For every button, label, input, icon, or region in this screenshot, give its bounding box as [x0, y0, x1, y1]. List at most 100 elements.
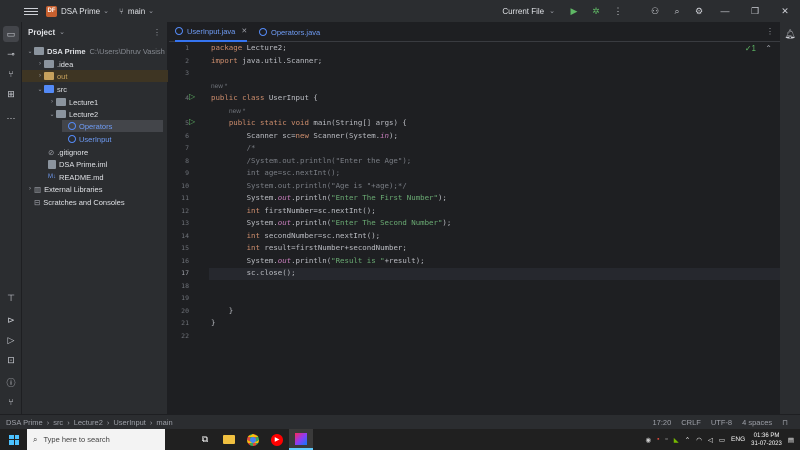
code-line[interactable]: import java.util.Scanner;: [211, 56, 322, 65]
chevron-down-icon[interactable]: ⌄: [48, 111, 56, 118]
battery-icon[interactable]: ▭: [719, 436, 725, 444]
services-icon[interactable]: ⊳: [3, 312, 19, 328]
commit-icon[interactable]: ⊸: [3, 46, 19, 62]
code-line[interactable]: /System.out.println("Enter the Age");: [211, 156, 412, 165]
tree-item-external-libraries[interactable]: › ▥ External Libraries: [22, 183, 168, 195]
breadcrumb-item[interactable]: src: [53, 418, 63, 427]
main-menu-icon[interactable]: [24, 7, 38, 15]
code-line[interactable]: package Lecture2;: [211, 43, 287, 52]
language-indicator[interactable]: ENG: [731, 436, 745, 443]
tree-item-src[interactable]: ⌄ src: [22, 83, 168, 95]
close-icon[interactable]: ✕: [770, 6, 800, 17]
volume-icon[interactable]: ◁: [708, 436, 713, 444]
run-gutter-icon[interactable]: ▷: [189, 117, 195, 126]
inspection-ok-icon[interactable]: ✓1: [745, 44, 756, 53]
run-tool-icon[interactable]: ▷: [3, 332, 19, 348]
chevron-right-icon[interactable]: ›: [26, 186, 34, 192]
chevron-right-icon[interactable]: ›: [48, 99, 56, 105]
tree-item-gitignore[interactable]: ⊘ .gitignore: [22, 146, 168, 158]
chevron-down-icon[interactable]: ⌄: [148, 7, 154, 15]
more-icon[interactable]: ⋮: [766, 27, 774, 36]
branch-name[interactable]: main: [128, 7, 145, 16]
tree-item-readme[interactable]: M↓ README.md: [22, 171, 168, 183]
tree-item-root[interactable]: ⌄ DSA Prime C:\Users\Dhruv Vasish: [22, 45, 168, 57]
file-encoding[interactable]: UTF-8: [711, 418, 732, 427]
problems-icon[interactable]: ⓘ: [3, 374, 19, 390]
tree-item-idea[interactable]: › .idea: [22, 58, 168, 70]
breadcrumb-item[interactable]: UserInput: [113, 418, 146, 427]
notification-center-icon[interactable]: ▤: [788, 436, 794, 444]
tree-item-lecture2[interactable]: ⌄ Lecture2: [22, 108, 168, 120]
structure-icon[interactable]: ⊞: [3, 86, 19, 102]
wifi-icon[interactable]: ◠: [696, 436, 702, 444]
run-config-selector[interactable]: Current File: [502, 7, 544, 16]
chevron-right-icon[interactable]: ›: [36, 61, 44, 67]
youtube-music-icon[interactable]: ▶: [265, 429, 289, 450]
file-explorer-icon[interactable]: [217, 429, 241, 450]
more-icon[interactable]: ⋮: [610, 3, 626, 19]
tray-app-icon[interactable]: ▫: [665, 436, 667, 443]
breadcrumb-item[interactable]: DSA Prime: [6, 418, 43, 427]
code-line[interactable]: int result=firstNumber+secondNumber;: [211, 243, 407, 252]
chevron-right-icon[interactable]: ›: [36, 73, 44, 79]
breadcrumb-item[interactable]: main: [156, 418, 172, 427]
discord-icon[interactable]: ◉: [645, 436, 651, 444]
close-icon[interactable]: ✕: [241, 27, 247, 35]
chevron-down-icon[interactable]: ⌄: [59, 28, 65, 36]
code-line[interactable]: Scanner sc=new Scanner(System.in);: [211, 131, 398, 140]
code-line[interactable]: System.out.println("Enter The Second Num…: [211, 218, 452, 227]
code-line[interactable]: public static void main(String[] args) {: [211, 118, 407, 127]
tree-item-operators[interactable]: Operators: [62, 120, 163, 132]
run-gutter-icon[interactable]: ▷: [189, 92, 195, 101]
code-line[interactable]: public class UserInput {: [211, 93, 318, 102]
debug-icon[interactable]: ✲: [588, 3, 604, 19]
code-line[interactable]: System.out.println("Age is "+age);*/: [211, 181, 407, 190]
git-icon[interactable]: ⑂: [3, 394, 19, 410]
indent-setting[interactable]: 4 spaces: [742, 418, 772, 427]
windows-start-icon[interactable]: [9, 434, 19, 445]
intellij-icon[interactable]: [289, 429, 313, 450]
run-icon[interactable]: ▶: [566, 3, 582, 19]
chrome-icon[interactable]: [241, 429, 265, 450]
tray-app-icon[interactable]: ▪: [657, 436, 659, 443]
code-line[interactable]: System.out.println("Result is "+result);: [211, 256, 425, 265]
code-line[interactable]: }: [211, 318, 215, 327]
folder-icon[interactable]: ▭: [3, 26, 19, 42]
project-name[interactable]: DSA Prime: [61, 7, 100, 16]
code-line[interactable]: int age=sc.nextInt();: [211, 168, 340, 177]
code-line[interactable]: sc.close();: [211, 268, 296, 277]
tree-item-scratches[interactable]: ⊟ Scratches and Consoles: [22, 196, 168, 208]
tree-item-iml[interactable]: DSA Prime.iml: [22, 158, 168, 170]
code-line[interactable]: System.out.println("Enter The First Numb…: [211, 193, 447, 202]
gear-icon[interactable]: ⚙: [691, 3, 707, 19]
more-icon[interactable]: ⋮: [153, 28, 161, 37]
chevron-down-icon[interactable]: ⌄: [549, 7, 555, 15]
chevron-up-icon[interactable]: ⌃: [685, 436, 690, 444]
pull-request-icon[interactable]: ⑂: [3, 66, 19, 82]
minimize-icon[interactable]: —: [710, 6, 740, 16]
notifications-icon[interactable]: 🔔︎: [782, 26, 798, 42]
chevron-down-icon[interactable]: ⌄: [103, 7, 109, 15]
build-icon[interactable]: ⊤: [3, 290, 19, 306]
search-icon[interactable]: ⌕: [669, 3, 685, 19]
code-line[interactable]: /*: [211, 143, 256, 152]
clock[interactable]: 01:36 PM 31-07-2023: [751, 432, 782, 448]
line-separator[interactable]: CRLF: [681, 418, 701, 427]
terminal-icon[interactable]: ⊡: [3, 352, 19, 368]
more-horizontal-icon[interactable]: ⋯: [3, 110, 19, 126]
caret-position[interactable]: 17:20: [652, 418, 671, 427]
tab-operators[interactable]: Operators.java: [259, 22, 320, 42]
code-line[interactable]: int secondNumber=sc.nextInt();: [211, 231, 381, 240]
taskbar-search[interactable]: ⌕ Type here to search: [27, 429, 165, 450]
code-editor[interactable]: 1 2 3 4 ▷ 5 ▷ 6 7 8 9 10 11 12 13 14 15 16 17 18 19 20 21 22 pa…: [169, 42, 780, 414]
tab-userinput[interactable]: UserInput.java ✕: [175, 22, 248, 42]
tree-item-userinput[interactable]: UserInput: [22, 133, 168, 145]
add-user-icon[interactable]: ⚇: [647, 3, 663, 19]
chevron-down-icon[interactable]: ⌄: [36, 86, 44, 93]
lock-icon[interactable]: ⊓: [782, 418, 788, 427]
chevron-down-icon[interactable]: ⌄: [26, 48, 34, 55]
tree-item-lecture1[interactable]: › Lecture1: [22, 96, 168, 108]
task-view-icon[interactable]: ⧉: [193, 429, 217, 450]
nvidia-icon[interactable]: ◣: [674, 436, 679, 444]
chevron-up-icon[interactable]: ⌃: [765, 44, 772, 53]
